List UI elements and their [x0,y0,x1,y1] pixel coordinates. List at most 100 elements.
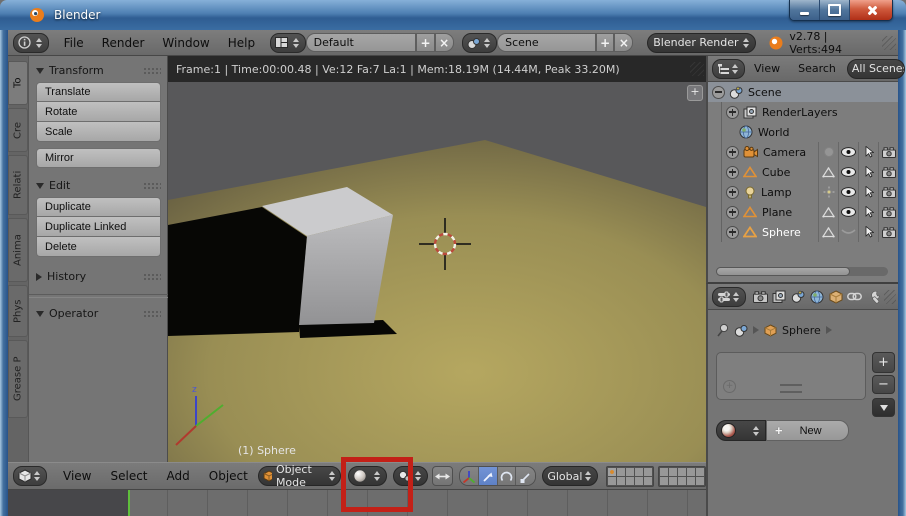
manipulator-toggle-button[interactable] [460,467,479,485]
close-button[interactable] [850,0,892,20]
maximize-button[interactable] [820,0,850,20]
timeline-strip[interactable] [8,490,706,516]
menu-help[interactable]: Help [219,31,264,55]
panel-header-history[interactable]: History [36,267,161,286]
scrollbar-thumb[interactable] [716,267,851,276]
breadcrumb-object-icon[interactable] [764,323,777,337]
panel-header-operator[interactable]: Operator [36,304,161,323]
editor-type-properties-button[interactable] [712,286,746,307]
remove-material-slot-button[interactable]: − [872,375,895,394]
transform-orientation-dropdown[interactable]: Global [542,466,598,486]
selectability-cursor-icon[interactable] [858,202,878,222]
outliner-row-lamp[interactable]: Lamp [708,182,898,202]
screen-layout-name-field[interactable]: Default [305,33,417,52]
panel-grip-icon[interactable] [143,66,161,75]
visibility-eye-icon[interactable] [838,182,858,202]
region-expand-button[interactable]: + [687,85,703,101]
renderability-camera-icon[interactable] [878,182,898,202]
modifiers-tab-button[interactable] [865,288,882,306]
layer-cell-active[interactable] [608,467,616,476]
visibility-eye-icon[interactable] [838,142,858,162]
screen-layout-browse-button[interactable] [270,32,306,53]
scale-manipulator-button[interactable] [516,467,536,485]
viewport-3d[interactable]: z (1) Sphere + [168,82,706,462]
outliner-row-plane[interactable]: Plane [708,202,898,222]
duplicate-button[interactable]: Duplicate [36,197,161,217]
material-specials-button[interactable] [872,398,895,417]
minimize-button[interactable] [790,0,820,20]
visibility-eye-closed-icon[interactable] [838,222,858,242]
object-tab-button[interactable] [828,288,845,306]
layers-grid-left[interactable] [606,465,654,487]
outliner-menu-view[interactable]: View [745,57,789,81]
mirror-button[interactable]: Mirror [36,148,161,168]
constraints-tab-button[interactable] [846,288,863,306]
tab-grease-pencil[interactable]: Grease P [8,340,28,418]
selectability-cursor-icon[interactable] [858,142,878,162]
area-corner-grip[interactable] [690,62,704,76]
manipulate-center-points-button[interactable] [432,466,454,486]
outliner-row-sphere[interactable]: Sphere [708,222,898,242]
expand-plus-icon[interactable] [726,165,739,179]
tab-animation[interactable]: Anima [8,218,28,282]
visibility-eye-icon[interactable] [838,202,858,222]
renderability-camera-icon[interactable] [878,142,898,162]
outliner-scrollbar[interactable] [716,267,888,276]
breadcrumb-object-name[interactable]: Sphere [782,324,821,337]
selectability-cursor-icon[interactable] [858,182,878,202]
scene-browse-button[interactable] [461,32,498,53]
render-engine-dropdown[interactable]: Blender Render [647,32,756,53]
editor-type-outliner-button[interactable] [712,58,745,79]
new-material-button[interactable]: + New [766,420,849,441]
material-slots-list[interactable]: + [716,352,866,400]
panel-header-transform[interactable]: Transform [36,61,161,80]
menu-add[interactable]: Add [158,464,199,488]
menu-file[interactable]: File [55,31,93,55]
screen-layout-add-button[interactable]: + [416,33,435,52]
render-layers-tab-button[interactable] [771,288,788,306]
current-frame-marker[interactable] [128,490,130,516]
world-tab-button[interactable] [809,288,826,306]
expand-plus-icon[interactable] [726,105,739,119]
collapse-minus-icon[interactable] [712,85,725,99]
menu-select[interactable]: Select [101,464,156,488]
scale-button[interactable]: Scale [36,122,161,142]
area-corner-grip[interactable] [884,289,897,304]
visibility-eye-icon[interactable] [838,162,858,182]
area-corner-grip[interactable] [882,35,896,50]
outliner-row-world[interactable]: World [708,122,898,142]
outliner-menu-search[interactable]: Search [789,57,845,81]
tab-create[interactable]: Cre [8,108,28,152]
screen-layout-delete-button[interactable]: × [434,33,454,52]
outliner-row-camera[interactable]: Camera [708,142,898,162]
menu-render[interactable]: Render [93,31,154,55]
scene-tab-button[interactable] [790,288,807,306]
scene-add-button[interactable]: + [595,33,615,52]
expand-plus-icon[interactable] [726,205,739,219]
renderability-camera-icon[interactable] [878,202,898,222]
menu-view[interactable]: View [54,464,100,488]
outliner-row-scene[interactable]: Scene [708,82,898,102]
selectability-cursor-icon[interactable] [858,222,878,242]
duplicate-linked-button[interactable]: Duplicate Linked [36,217,161,237]
title-bar[interactable]: Blender [0,0,906,31]
renderability-camera-icon[interactable] [878,162,898,182]
selectability-cursor-icon[interactable] [858,162,878,182]
viewport-shading-dropdown[interactable] [348,466,387,486]
editor-type-3dview-button[interactable] [13,466,47,486]
breadcrumb-scene-icon[interactable] [734,324,748,337]
expand-plus-icon[interactable] [726,185,739,199]
panel-grip-icon[interactable] [143,309,161,318]
pin-icon[interactable] [716,323,729,337]
editor-type-info-button[interactable] [13,32,49,53]
outliner-scope-dropdown[interactable]: All Scenes [846,58,905,79]
expand-plus-icon[interactable] [726,225,739,239]
menu-window[interactable]: Window [153,31,218,55]
renderability-camera-icon[interactable] [878,222,898,242]
scene-name-field[interactable]: Scene [497,33,596,52]
panel-grip-icon[interactable] [143,181,161,190]
tab-physics[interactable]: Phys [8,285,28,337]
list-resize-grip-icon[interactable] [780,384,802,393]
menu-object[interactable]: Object [200,464,257,488]
tab-relations[interactable]: Relati [8,155,28,215]
